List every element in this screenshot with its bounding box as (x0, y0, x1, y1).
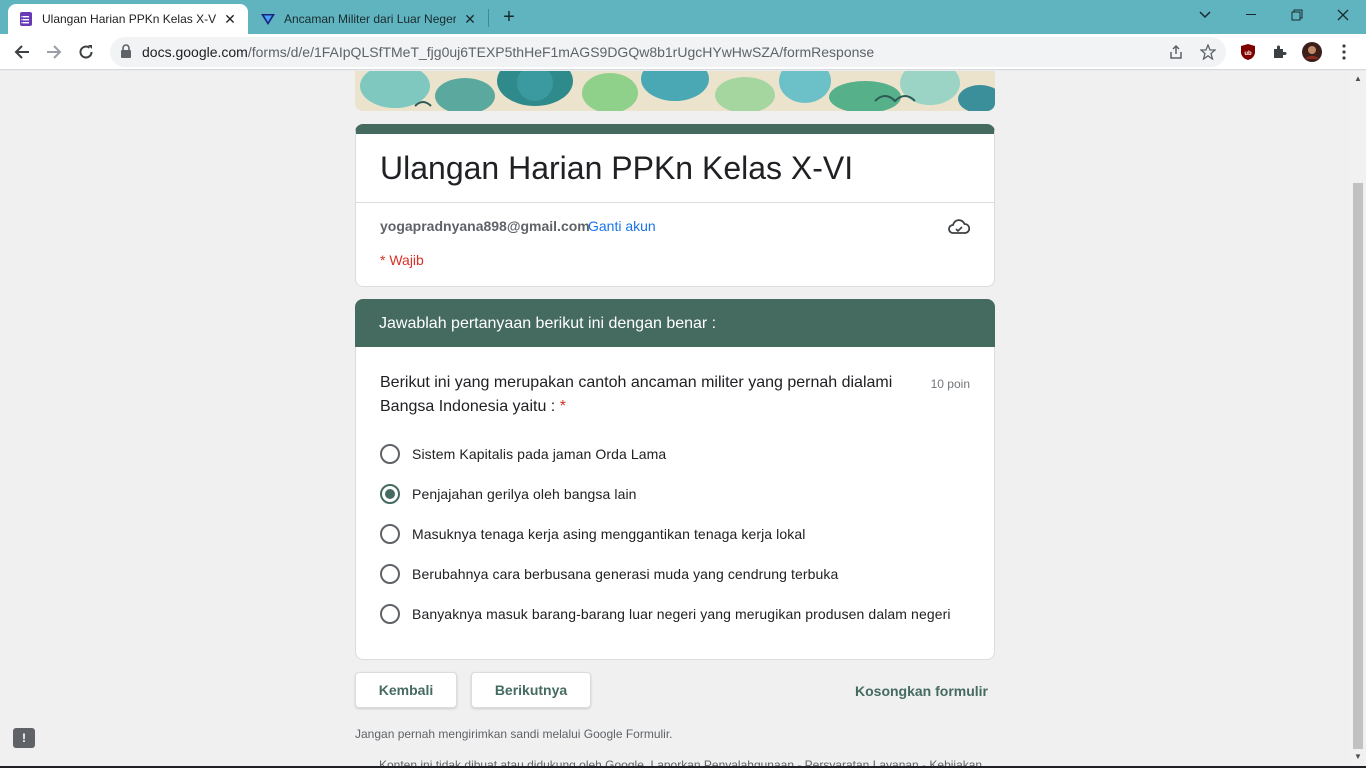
browser-toolbar: docs.google.com/forms/d/e/1FAIpQLSfTMeT_… (0, 34, 1366, 70)
back-icon[interactable] (10, 40, 34, 64)
question-card: Berikut ini yang merupakan cantoh ancama… (355, 347, 995, 660)
password-warning: Jangan pernah mengirimkan sandi melalui … (355, 727, 673, 741)
tab-title: Ulangan Harian PPKn Kelas X-VI (42, 12, 216, 26)
cloud-saved-icon (948, 218, 971, 236)
tab-article[interactable]: Ancaman Militer dari Luar Negeri ✕ (250, 4, 488, 34)
forward-icon[interactable] (42, 40, 66, 64)
required-star: * (559, 398, 566, 415)
report-feedback-icon[interactable]: ! (13, 728, 35, 748)
minimize-icon[interactable] (1228, 0, 1274, 30)
option-2[interactable]: Penjajahan gerilya oleh bangsa lain (380, 482, 637, 506)
close-window-icon[interactable] (1320, 0, 1366, 30)
scrollbar[interactable]: ▲ ▼ (1350, 71, 1366, 768)
section-title: Jawablah pertanyaan berikut ini dengan b… (379, 315, 717, 332)
option-label: Masuknya tenaga kerja asing menggantikan… (412, 526, 806, 542)
extensions-puzzle-icon[interactable] (1270, 42, 1290, 62)
radio-button[interactable] (380, 604, 400, 624)
option-label: Banyaknya masuk barang-barang luar neger… (412, 606, 951, 622)
page-viewport: Ulangan Harian PPKn Kelas X-VI yogapradn… (0, 71, 1350, 768)
option-5[interactable]: Banyaknya masuk barang-barang luar neger… (380, 602, 951, 626)
svg-text:ub: ub (1244, 51, 1252, 57)
form-header-card: Ulangan Harian PPKn Kelas X-VI yogapradn… (355, 124, 995, 287)
ublock-icon[interactable]: ub (1238, 42, 1258, 62)
question-text: Berikut ini yang merupakan cantoh ancama… (380, 371, 910, 419)
clear-form-button[interactable]: Kosongkan formulir (855, 683, 988, 699)
restore-icon[interactable] (1274, 0, 1320, 30)
url-host: docs.google.com (142, 44, 248, 60)
url-text: docs.google.com/forms/d/e/1FAIpQLSfTMeT_… (142, 44, 874, 60)
account-email: yogapradnyana898@gmail.com (380, 218, 590, 234)
option-label: Sistem Kapitalis pada jaman Orda Lama (412, 446, 667, 462)
question-label: Berikut ini yang merupakan cantoh ancama… (380, 374, 893, 415)
lock-icon[interactable] (120, 44, 134, 60)
required-note: * Wajib (380, 252, 424, 268)
url-path: /forms/d/e/1FAIpQLSfTMeT_fjg0uj6TEXP5thH… (247, 44, 875, 60)
option-3[interactable]: Masuknya tenaga kerja asing menggantikan… (380, 522, 805, 546)
scroll-down-arrow-icon[interactable]: ▼ (1354, 753, 1362, 761)
menu-kebab-icon[interactable] (1334, 42, 1354, 62)
divider (356, 202, 994, 203)
radio-button[interactable] (380, 524, 400, 544)
vectors-icon (260, 11, 276, 27)
header-banner-image (355, 71, 995, 111)
option-label: Berubahnya cara berbusana generasi muda … (412, 566, 839, 582)
radio-button[interactable] (380, 444, 400, 464)
scroll-up-arrow-icon[interactable]: ▲ (1354, 75, 1362, 83)
radio-button-selected[interactable] (380, 484, 400, 504)
form-title: Ulangan Harian PPKn Kelas X-VI (380, 150, 854, 186)
tab-forms[interactable]: Ulangan Harian PPKn Kelas X-VI ✕ (8, 4, 248, 34)
tab-search-icon[interactable] (1182, 0, 1228, 30)
address-bar[interactable]: docs.google.com/forms/d/e/1FAIpQLSfTMeT_… (110, 37, 1226, 67)
section-header: Jawablah pertanyaan berikut ini dengan b… (355, 299, 995, 347)
tab-separator (488, 9, 489, 27)
question-points: 10 poin (930, 377, 970, 391)
tab-bar: Ulangan Harian PPKn Kelas X-VI ✕ Ancaman… (0, 0, 1366, 34)
next-button[interactable]: Berikutnya (471, 672, 591, 708)
reload-icon[interactable] (74, 40, 98, 64)
switch-account-link[interactable]: Ganti akun (588, 218, 656, 234)
back-button[interactable]: Kembali (355, 672, 457, 708)
google-forms-icon (18, 11, 34, 27)
close-tab-icon[interactable]: ✕ (462, 11, 478, 27)
scrollbar-thumb[interactable] (1353, 183, 1363, 749)
share-icon[interactable] (1168, 44, 1184, 60)
tab-title: Ancaman Militer dari Luar Negeri (284, 12, 456, 26)
new-tab-icon[interactable]: + (498, 6, 520, 28)
close-tab-icon[interactable]: ✕ (222, 11, 238, 27)
option-label: Penjajahan gerilya oleh bangsa lain (412, 486, 637, 502)
bookmark-star-icon[interactable] (1200, 44, 1216, 60)
option-4[interactable]: Berubahnya cara berbusana generasi muda … (380, 562, 838, 586)
profile-avatar[interactable] (1302, 42, 1322, 62)
radio-button[interactable] (380, 564, 400, 584)
option-1[interactable]: Sistem Kapitalis pada jaman Orda Lama (380, 442, 666, 466)
